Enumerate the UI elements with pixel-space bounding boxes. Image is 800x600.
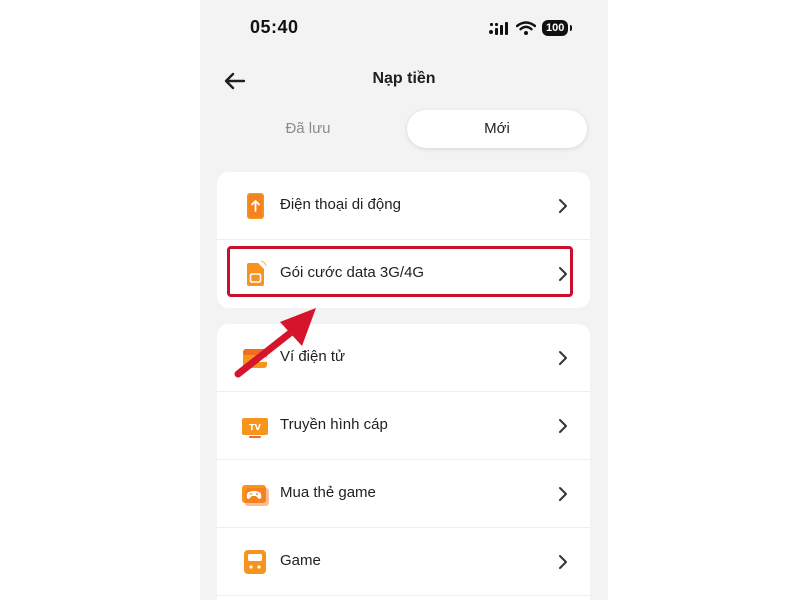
handheld-game-icon — [244, 550, 266, 574]
tab-switcher: Đã lưu Mới — [218, 110, 590, 150]
chevron-right-icon — [559, 351, 567, 365]
service-group-1: Điện thoại di động Gói cước data 3G/4G — [217, 172, 590, 308]
status-bar: 05:40 100 — [200, 0, 608, 56]
app-screen: 05:40 100 Nạp tiền Đã lưu Mới Điện thoại… — [200, 0, 608, 600]
battery-indicator: 100 — [542, 20, 573, 36]
page-title: Nạp tiền — [372, 70, 436, 87]
cellular-signal-icon — [489, 22, 508, 35]
list-item-label: Mua thẻ game — [280, 484, 376, 501]
chevron-right-icon — [559, 199, 567, 213]
list-item-game-card[interactable]: Mua thẻ game — [217, 460, 590, 528]
status-icons: 100 — [488, 18, 573, 38]
list-item-mobile-phone[interactable]: Điện thoại di động — [217, 172, 590, 240]
sim-card-icon — [247, 260, 267, 286]
list-item-label: Game — [280, 552, 321, 569]
wallet-icon — [243, 349, 267, 368]
chevron-right-icon — [559, 267, 567, 281]
tab-new[interactable]: Mới — [407, 110, 587, 148]
list-item-label: Gói cước data 3G/4G — [280, 264, 425, 281]
divider — [217, 595, 590, 596]
svg-text:TV: TV — [249, 423, 261, 432]
service-group-2: Ví điện tử TV Truyền hình cáp Mua thẻ ga… — [217, 324, 590, 600]
tab-saved[interactable]: Đã lưu — [218, 110, 398, 148]
nav-header: Nạp tiền — [200, 60, 608, 100]
chevron-right-icon — [559, 487, 567, 501]
list-item-game[interactable]: Game — [217, 528, 590, 596]
chevron-right-icon — [559, 419, 567, 433]
list-item-label: Truyền hình cáp — [280, 416, 388, 433]
wifi-icon — [516, 21, 536, 35]
status-time: 05:40 — [250, 17, 299, 37]
chevron-right-icon — [559, 555, 567, 569]
list-item-label: Ví điện tử — [280, 348, 346, 365]
list-item-cable-tv[interactable]: TV Truyền hình cáp — [217, 392, 590, 460]
gamepad-card-icon — [242, 485, 269, 506]
list-item-data-package[interactable]: Gói cước data 3G/4G — [217, 240, 590, 308]
list-item-e-wallet[interactable]: Ví điện tử — [217, 324, 590, 392]
phone-topup-icon — [247, 193, 264, 219]
tv-icon: TV — [242, 418, 268, 438]
list-item-label: Điện thoại di động — [280, 196, 401, 213]
